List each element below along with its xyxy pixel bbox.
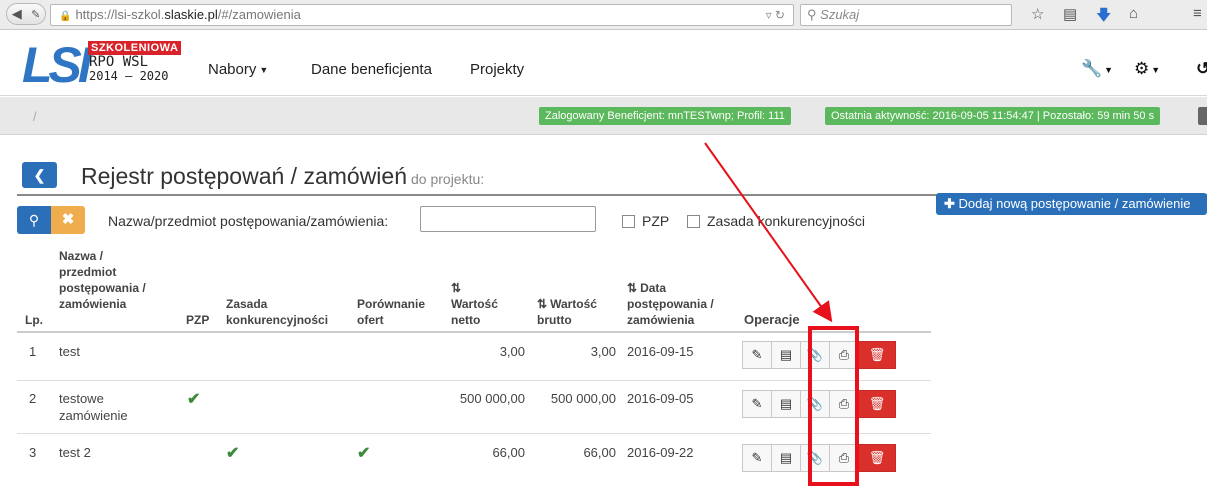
annotation-arrow [704, 142, 833, 323]
